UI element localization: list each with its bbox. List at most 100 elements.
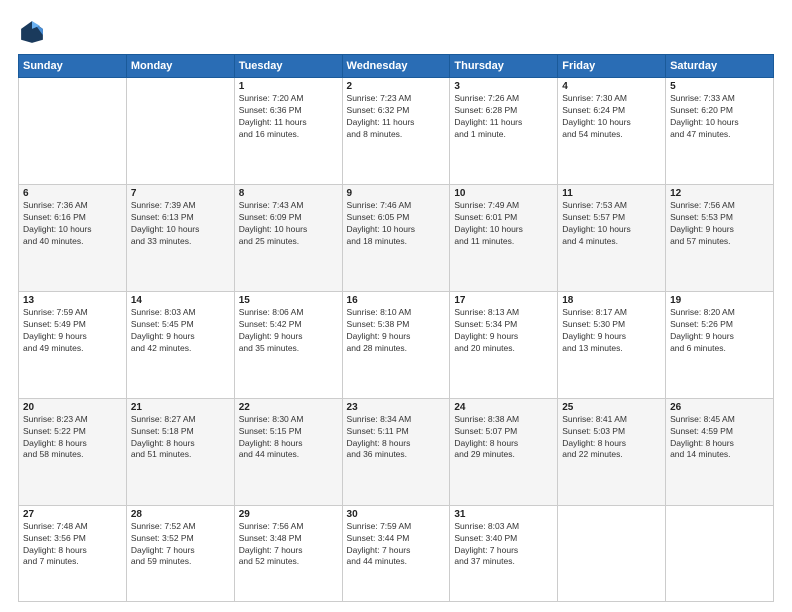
weekday-header: Thursday	[450, 55, 558, 78]
day-info: Sunrise: 7:48 AM Sunset: 3:56 PM Dayligh…	[23, 521, 122, 569]
calendar-cell: 15Sunrise: 8:06 AM Sunset: 5:42 PM Dayli…	[234, 291, 342, 398]
calendar-cell	[126, 78, 234, 185]
day-number: 22	[239, 402, 338, 413]
calendar-cell	[666, 505, 774, 601]
day-number: 27	[23, 509, 122, 520]
calendar-cell: 7Sunrise: 7:39 AM Sunset: 6:13 PM Daylig…	[126, 184, 234, 291]
day-number: 15	[239, 295, 338, 306]
day-info: Sunrise: 7:43 AM Sunset: 6:09 PM Dayligh…	[239, 200, 338, 248]
calendar-cell: 4Sunrise: 7:30 AM Sunset: 6:24 PM Daylig…	[558, 78, 666, 185]
day-number: 5	[670, 81, 769, 92]
calendar-cell: 10Sunrise: 7:49 AM Sunset: 6:01 PM Dayli…	[450, 184, 558, 291]
day-number: 13	[23, 295, 122, 306]
day-number: 4	[562, 81, 661, 92]
calendar-week-row: 20Sunrise: 8:23 AM Sunset: 5:22 PM Dayli…	[19, 398, 774, 505]
day-number: 23	[347, 402, 446, 413]
calendar: SundayMondayTuesdayWednesdayThursdayFrid…	[18, 54, 774, 602]
header	[18, 18, 774, 46]
day-number: 24	[454, 402, 553, 413]
day-info: Sunrise: 7:36 AM Sunset: 6:16 PM Dayligh…	[23, 200, 122, 248]
calendar-cell: 20Sunrise: 8:23 AM Sunset: 5:22 PM Dayli…	[19, 398, 127, 505]
calendar-cell: 21Sunrise: 8:27 AM Sunset: 5:18 PM Dayli…	[126, 398, 234, 505]
day-number: 18	[562, 295, 661, 306]
day-number: 16	[347, 295, 446, 306]
calendar-cell: 5Sunrise: 7:33 AM Sunset: 6:20 PM Daylig…	[666, 78, 774, 185]
day-info: Sunrise: 7:33 AM Sunset: 6:20 PM Dayligh…	[670, 93, 769, 141]
weekday-header: Tuesday	[234, 55, 342, 78]
calendar-cell: 19Sunrise: 8:20 AM Sunset: 5:26 PM Dayli…	[666, 291, 774, 398]
day-number: 3	[454, 81, 553, 92]
day-info: Sunrise: 7:46 AM Sunset: 6:05 PM Dayligh…	[347, 200, 446, 248]
calendar-cell: 8Sunrise: 7:43 AM Sunset: 6:09 PM Daylig…	[234, 184, 342, 291]
calendar-cell: 23Sunrise: 8:34 AM Sunset: 5:11 PM Dayli…	[342, 398, 450, 505]
calendar-cell: 25Sunrise: 8:41 AM Sunset: 5:03 PM Dayli…	[558, 398, 666, 505]
day-number: 10	[454, 188, 553, 199]
weekday-header: Wednesday	[342, 55, 450, 78]
calendar-cell: 18Sunrise: 8:17 AM Sunset: 5:30 PM Dayli…	[558, 291, 666, 398]
day-number: 1	[239, 81, 338, 92]
weekday-header: Monday	[126, 55, 234, 78]
day-info: Sunrise: 7:39 AM Sunset: 6:13 PM Dayligh…	[131, 200, 230, 248]
day-info: Sunrise: 7:26 AM Sunset: 6:28 PM Dayligh…	[454, 93, 553, 141]
day-info: Sunrise: 7:52 AM Sunset: 3:52 PM Dayligh…	[131, 521, 230, 569]
day-info: Sunrise: 8:03 AM Sunset: 5:45 PM Dayligh…	[131, 307, 230, 355]
calendar-cell: 30Sunrise: 7:59 AM Sunset: 3:44 PM Dayli…	[342, 505, 450, 601]
day-info: Sunrise: 8:03 AM Sunset: 3:40 PM Dayligh…	[454, 521, 553, 569]
day-info: Sunrise: 8:34 AM Sunset: 5:11 PM Dayligh…	[347, 414, 446, 462]
calendar-body: 1Sunrise: 7:20 AM Sunset: 6:36 PM Daylig…	[19, 78, 774, 602]
calendar-cell: 24Sunrise: 8:38 AM Sunset: 5:07 PM Dayli…	[450, 398, 558, 505]
day-info: Sunrise: 8:23 AM Sunset: 5:22 PM Dayligh…	[23, 414, 122, 462]
logo-icon	[18, 18, 46, 46]
day-info: Sunrise: 8:20 AM Sunset: 5:26 PM Dayligh…	[670, 307, 769, 355]
calendar-cell: 16Sunrise: 8:10 AM Sunset: 5:38 PM Dayli…	[342, 291, 450, 398]
day-number: 2	[347, 81, 446, 92]
day-info: Sunrise: 7:59 AM Sunset: 3:44 PM Dayligh…	[347, 521, 446, 569]
day-info: Sunrise: 7:20 AM Sunset: 6:36 PM Dayligh…	[239, 93, 338, 141]
day-number: 30	[347, 509, 446, 520]
calendar-cell: 28Sunrise: 7:52 AM Sunset: 3:52 PM Dayli…	[126, 505, 234, 601]
day-number: 31	[454, 509, 553, 520]
calendar-cell: 14Sunrise: 8:03 AM Sunset: 5:45 PM Dayli…	[126, 291, 234, 398]
calendar-cell: 31Sunrise: 8:03 AM Sunset: 3:40 PM Dayli…	[450, 505, 558, 601]
day-info: Sunrise: 8:41 AM Sunset: 5:03 PM Dayligh…	[562, 414, 661, 462]
day-info: Sunrise: 8:17 AM Sunset: 5:30 PM Dayligh…	[562, 307, 661, 355]
day-info: Sunrise: 8:38 AM Sunset: 5:07 PM Dayligh…	[454, 414, 553, 462]
day-info: Sunrise: 7:23 AM Sunset: 6:32 PM Dayligh…	[347, 93, 446, 141]
calendar-week-row: 27Sunrise: 7:48 AM Sunset: 3:56 PM Dayli…	[19, 505, 774, 601]
day-number: 26	[670, 402, 769, 413]
day-number: 29	[239, 509, 338, 520]
weekday-header: Friday	[558, 55, 666, 78]
calendar-week-row: 13Sunrise: 7:59 AM Sunset: 5:49 PM Dayli…	[19, 291, 774, 398]
calendar-cell: 17Sunrise: 8:13 AM Sunset: 5:34 PM Dayli…	[450, 291, 558, 398]
calendar-cell: 9Sunrise: 7:46 AM Sunset: 6:05 PM Daylig…	[342, 184, 450, 291]
calendar-cell: 11Sunrise: 7:53 AM Sunset: 5:57 PM Dayli…	[558, 184, 666, 291]
day-number: 6	[23, 188, 122, 199]
day-number: 12	[670, 188, 769, 199]
logo	[18, 18, 50, 46]
weekday-header: Saturday	[666, 55, 774, 78]
day-info: Sunrise: 7:56 AM Sunset: 5:53 PM Dayligh…	[670, 200, 769, 248]
calendar-cell: 12Sunrise: 7:56 AM Sunset: 5:53 PM Dayli…	[666, 184, 774, 291]
day-number: 9	[347, 188, 446, 199]
day-number: 17	[454, 295, 553, 306]
calendar-cell: 3Sunrise: 7:26 AM Sunset: 6:28 PM Daylig…	[450, 78, 558, 185]
calendar-cell: 6Sunrise: 7:36 AM Sunset: 6:16 PM Daylig…	[19, 184, 127, 291]
day-info: Sunrise: 8:30 AM Sunset: 5:15 PM Dayligh…	[239, 414, 338, 462]
day-number: 28	[131, 509, 230, 520]
day-number: 19	[670, 295, 769, 306]
day-info: Sunrise: 7:49 AM Sunset: 6:01 PM Dayligh…	[454, 200, 553, 248]
calendar-cell: 29Sunrise: 7:56 AM Sunset: 3:48 PM Dayli…	[234, 505, 342, 601]
day-info: Sunrise: 7:30 AM Sunset: 6:24 PM Dayligh…	[562, 93, 661, 141]
day-info: Sunrise: 8:13 AM Sunset: 5:34 PM Dayligh…	[454, 307, 553, 355]
day-info: Sunrise: 7:56 AM Sunset: 3:48 PM Dayligh…	[239, 521, 338, 569]
calendar-cell: 26Sunrise: 8:45 AM Sunset: 4:59 PM Dayli…	[666, 398, 774, 505]
calendar-cell: 27Sunrise: 7:48 AM Sunset: 3:56 PM Dayli…	[19, 505, 127, 601]
day-info: Sunrise: 8:45 AM Sunset: 4:59 PM Dayligh…	[670, 414, 769, 462]
calendar-week-row: 1Sunrise: 7:20 AM Sunset: 6:36 PM Daylig…	[19, 78, 774, 185]
calendar-header-row: SundayMondayTuesdayWednesdayThursdayFrid…	[19, 55, 774, 78]
day-number: 20	[23, 402, 122, 413]
day-number: 8	[239, 188, 338, 199]
day-info: Sunrise: 7:59 AM Sunset: 5:49 PM Dayligh…	[23, 307, 122, 355]
weekday-header: Sunday	[19, 55, 127, 78]
day-number: 14	[131, 295, 230, 306]
